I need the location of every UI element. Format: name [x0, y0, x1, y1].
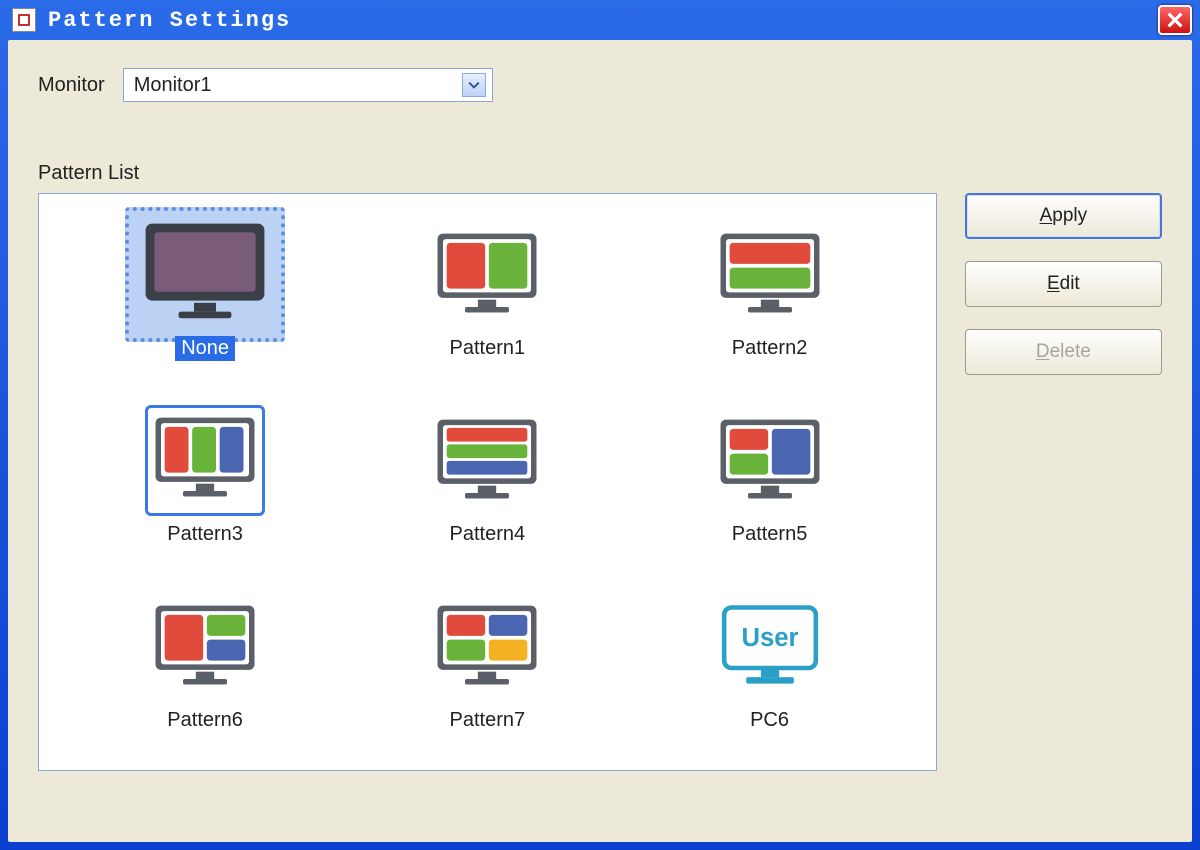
pattern-item-pattern4[interactable]: Pattern4: [397, 400, 577, 547]
client-area: Monitor Monitor1 Pattern List: [8, 40, 1192, 842]
pattern-item-label: Pattern2: [726, 336, 814, 361]
pattern-list: None: [38, 193, 937, 771]
monitor-select-value: Monitor1: [134, 74, 212, 97]
close-icon: [1167, 12, 1183, 28]
pattern-item-label: Pattern6: [161, 708, 249, 733]
main-row: None: [38, 193, 1162, 771]
delete-button-label: Delete: [1036, 341, 1091, 363]
chevron-down-icon: [462, 73, 486, 97]
pattern-item-pattern3[interactable]: Pattern3: [115, 400, 295, 547]
apply-button-label: Apply: [1040, 205, 1088, 227]
pattern-grid: None: [69, 214, 906, 766]
pattern-item-label: PC6: [744, 708, 795, 733]
monitor-pattern6-icon: [150, 598, 260, 694]
close-button[interactable]: [1158, 5, 1192, 35]
pattern-item-label: Pattern4: [444, 522, 532, 547]
app-icon-inner: [18, 14, 30, 26]
pattern-item-pattern2[interactable]: Pattern2: [680, 214, 860, 361]
apply-button[interactable]: Apply: [965, 193, 1162, 239]
window-frame: Pattern Settings Monitor Monitor1 Patter…: [0, 0, 1200, 850]
monitor-pattern1-icon: [432, 226, 542, 322]
pattern-item-user[interactable]: User PC6: [680, 586, 860, 733]
pattern-item-pattern7[interactable]: Pattern7: [397, 586, 577, 733]
pattern-item-pattern1[interactable]: Pattern1: [397, 214, 577, 361]
monitor-select[interactable]: Monitor1: [123, 68, 493, 102]
selection-halo: [125, 207, 285, 342]
monitor-pattern7-icon: [432, 598, 542, 694]
monitor-row: Monitor Monitor1: [38, 68, 1162, 102]
pattern-item-label: Pattern7: [444, 708, 532, 733]
pattern-item-none[interactable]: None: [115, 214, 295, 361]
window-title: Pattern Settings: [48, 8, 291, 33]
edit-button-label: Edit: [1047, 273, 1080, 295]
monitor-user-icon: User: [715, 598, 825, 694]
delete-button: Delete: [965, 329, 1162, 375]
pattern-list-label: Pattern List: [38, 162, 1162, 185]
pattern-item-label: Pattern1: [444, 336, 532, 361]
pattern-item-label: Pattern5: [726, 522, 814, 547]
pattern-item-pattern5[interactable]: Pattern5: [680, 400, 860, 547]
pattern-item-label: Pattern3: [161, 522, 249, 547]
monitor-label: Monitor: [38, 74, 105, 97]
titlebar: Pattern Settings: [8, 0, 1192, 40]
monitor-none-icon: [135, 217, 275, 327]
pattern-item-label: None: [175, 336, 235, 361]
svg-text:User: User: [741, 624, 798, 652]
edit-button[interactable]: Edit: [965, 261, 1162, 307]
focus-border: [145, 405, 265, 516]
monitor-pattern3-icon: [150, 410, 260, 506]
pattern-item-pattern6[interactable]: Pattern6: [115, 586, 295, 733]
monitor-pattern5-icon: [715, 412, 825, 508]
app-icon: [12, 8, 36, 32]
monitor-pattern4-icon: [432, 412, 542, 508]
monitor-pattern2-icon: [715, 226, 825, 322]
button-column: Apply Edit Delete: [965, 193, 1162, 375]
